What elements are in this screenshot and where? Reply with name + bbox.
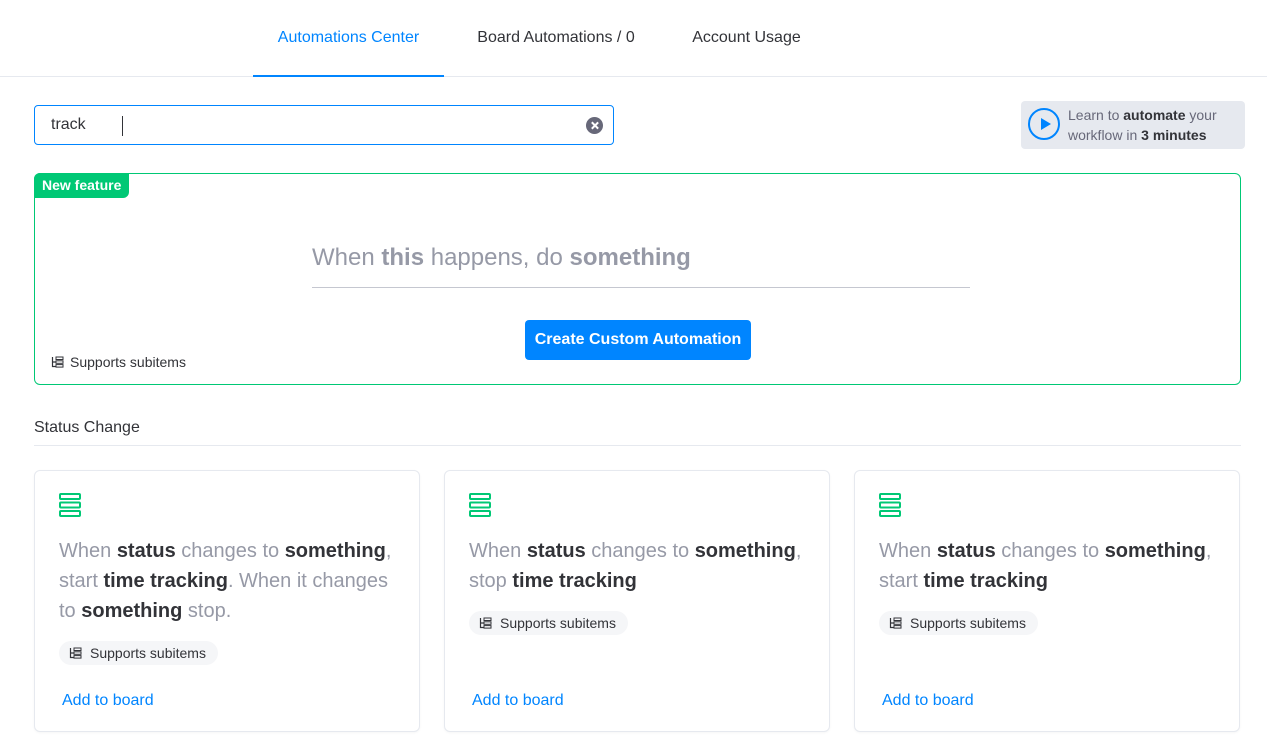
search-input[interactable]: [51, 106, 571, 144]
recipe-field-status[interactable]: status: [527, 540, 586, 562]
learn-text: Learn to automate your workflow in 3 min…: [1068, 105, 1243, 145]
recipe-text: When: [469, 540, 527, 562]
supports-subitems-text: Supports subitems: [70, 354, 186, 370]
tab-automations-center[interactable]: Automations Center: [253, 0, 444, 77]
recipe-card[interactable]: When status changes to something, start …: [34, 470, 420, 732]
subitems-icon: [69, 647, 82, 659]
recipe-field-something[interactable]: something: [695, 540, 796, 562]
add-to-board-link[interactable]: Add to board: [62, 692, 154, 710]
custom-automation-card: New feature When this happens, do someth…: [34, 173, 1241, 385]
tab-board-automations[interactable]: Board Automations / 0: [460, 0, 652, 76]
status-column-icon: [879, 493, 901, 517]
section-title: Status Change: [34, 419, 140, 436]
learn-bold-minutes: 3 minutes: [1141, 127, 1207, 143]
recipe-sentence: When status changes to something, start …: [879, 536, 1219, 596]
text-cursor: [122, 116, 123, 136]
supports-subitems-text: Supports subitems: [500, 615, 616, 631]
status-column-icon: [59, 493, 81, 517]
create-custom-automation-button[interactable]: Create Custom Automation: [525, 320, 751, 360]
sentence-bold-something: something: [569, 244, 691, 271]
clear-search-icon[interactable]: [586, 117, 603, 134]
add-to-board-link[interactable]: Add to board: [882, 692, 974, 710]
supports-subitems-chip: Supports subitems: [879, 611, 1038, 635]
recipe-text: changes to: [175, 540, 285, 562]
recipe-sentence: When status changes to something, start …: [59, 536, 399, 626]
section-divider: [34, 445, 1241, 446]
supports-subitems-chip: Supports subitems: [59, 641, 218, 665]
recipe-field-something[interactable]: something: [81, 600, 182, 622]
supports-subitems-label: Supports subitems: [51, 354, 186, 370]
subitems-icon: [889, 617, 902, 629]
subitems-icon: [51, 356, 64, 368]
add-to-board-link[interactable]: Add to board: [472, 692, 564, 710]
play-icon: [1028, 108, 1060, 140]
supports-subitems-text: Supports subitems: [910, 615, 1026, 631]
sentence-part: When: [312, 244, 382, 271]
supports-subitems-text: Supports subitems: [90, 645, 206, 661]
sentence-underline: [312, 287, 970, 288]
learn-video-banner[interactable]: Learn to automate your workflow in 3 min…: [1021, 101, 1245, 149]
tab-bar: Automations Center Board Automations / 0…: [0, 0, 1267, 77]
recipe-text: changes to: [995, 540, 1105, 562]
subitems-icon: [479, 617, 492, 629]
recipe-field-something[interactable]: something: [285, 540, 386, 562]
recipe-field-status[interactable]: status: [117, 540, 176, 562]
recipe-field-time-tracking[interactable]: time tracking: [512, 570, 636, 592]
recipe-field-something[interactable]: something: [1105, 540, 1206, 562]
status-column-icon: [469, 493, 491, 517]
recipe-text: When: [879, 540, 937, 562]
recipe-field-time-tracking[interactable]: time tracking: [103, 570, 227, 592]
recipe-field-status[interactable]: status: [937, 540, 996, 562]
recipe-card[interactable]: When status changes to something, start …: [854, 470, 1240, 732]
new-feature-badge: New feature: [34, 173, 130, 198]
recipe-card[interactable]: When status changes to something, stop t…: [444, 470, 830, 732]
supports-subitems-chip: Supports subitems: [469, 611, 628, 635]
recipe-sentence: When status changes to something, stop t…: [469, 536, 809, 596]
search-box: [34, 105, 614, 145]
recipe-text: changes to: [585, 540, 695, 562]
sentence-bold-this: this: [381, 244, 425, 271]
sentence-part: happens, do: [424, 244, 570, 271]
recipe-field-time-tracking[interactable]: time tracking: [923, 570, 1047, 592]
custom-sentence[interactable]: When this happens, do something: [312, 244, 972, 272]
tab-account-usage[interactable]: Account Usage: [676, 0, 817, 76]
recipe-text: When: [59, 540, 117, 562]
learn-bold-automate: automate: [1123, 107, 1186, 123]
learn-prefix: Learn to: [1068, 107, 1124, 123]
recipe-text: stop.: [182, 600, 232, 622]
